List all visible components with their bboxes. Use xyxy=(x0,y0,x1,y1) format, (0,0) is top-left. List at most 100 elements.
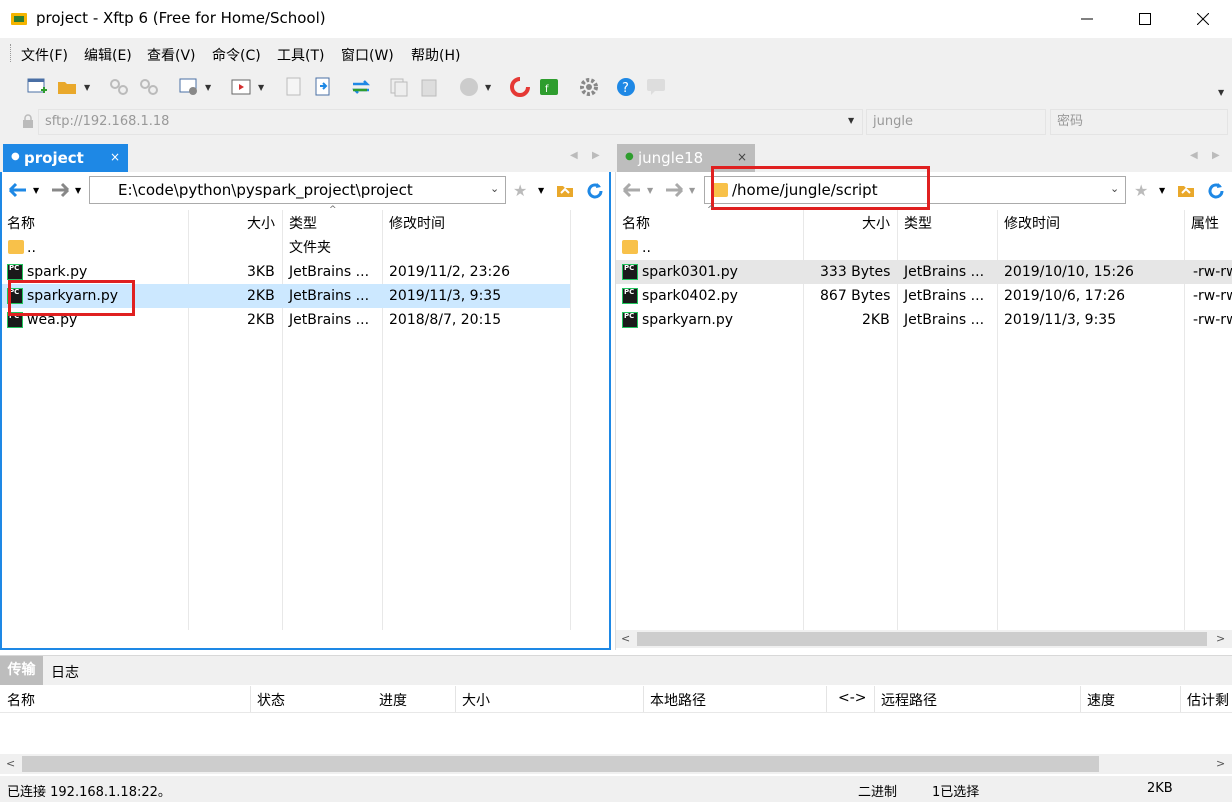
tab-label: jungle18 xyxy=(638,149,704,167)
tab-close-icon[interactable]: × xyxy=(737,150,747,164)
host-dropdown-icon[interactable]: ▼ xyxy=(848,116,854,125)
transfer-column-direction[interactable]: <-> xyxy=(838,690,867,706)
remote-hscroll-thumb[interactable] xyxy=(637,632,1207,646)
disconnect-icon[interactable] xyxy=(138,76,160,98)
table-row[interactable]: .. xyxy=(616,236,1232,260)
transfer-column-eta[interactable]: 估计剩 xyxy=(1187,690,1229,710)
terminal-dropdown-icon[interactable]: ▼ xyxy=(258,83,264,92)
pycharm-file-icon: PC xyxy=(7,264,23,280)
download-icon[interactable] xyxy=(312,76,334,98)
column-header-mtime[interactable]: 修改时间 xyxy=(1004,210,1060,238)
transfer-column-status[interactable]: 状态 xyxy=(257,690,285,710)
favorites-star-icon[interactable]: ★ xyxy=(1134,181,1148,200)
transfer-hscroll-thumb[interactable] xyxy=(22,756,1099,772)
title-bar: project - Xftp 6 (Free for Home/School) xyxy=(0,0,1232,38)
scroll-left-icon[interactable]: < xyxy=(6,757,15,770)
home-folder-icon[interactable] xyxy=(1177,181,1195,199)
properties-dropdown-icon[interactable]: ▼ xyxy=(205,83,211,92)
column-header-attr[interactable]: 属性 xyxy=(1191,210,1219,238)
back-arrow-icon[interactable] xyxy=(8,182,28,198)
scroll-right-icon[interactable]: > xyxy=(1216,757,1225,770)
file-mtime: 2019/10/6, 17:26 xyxy=(1004,288,1126,304)
column-header-size[interactable]: 大小 xyxy=(862,210,890,238)
record-dropdown-icon[interactable]: ▼ xyxy=(485,83,491,92)
menu-tools[interactable]: 工具(T) xyxy=(277,45,324,65)
maximize-button[interactable] xyxy=(1116,0,1174,38)
forward-arrow-icon[interactable] xyxy=(664,182,684,198)
toolbar-overflow-icon[interactable]: ▼ xyxy=(1218,88,1224,97)
scroll-left-icon[interactable]: < xyxy=(621,632,630,645)
forward-dropdown-icon[interactable]: ▼ xyxy=(75,186,81,195)
host-input[interactable]: sftp://192.168.1.18 xyxy=(38,109,863,135)
column-header-type[interactable]: 类型 xyxy=(289,210,317,238)
column-header-name[interactable]: 名称 xyxy=(622,210,650,238)
scroll-right-icon[interactable]: > xyxy=(1216,632,1225,645)
transfer-column-remote-path[interactable]: 远程路径 xyxy=(881,690,937,710)
menu-file[interactable]: 文件(F) xyxy=(21,45,68,65)
tab-local-project[interactable]: ● project × xyxy=(3,144,128,172)
connect-icon[interactable] xyxy=(108,76,130,98)
paste-icon[interactable] xyxy=(418,76,440,98)
session-properties-icon[interactable] xyxy=(178,76,200,98)
favorites-star-icon[interactable]: ★ xyxy=(513,181,527,200)
tab-scroll-right-icon[interactable]: ▶ xyxy=(592,150,600,161)
file-type: 文件夹 xyxy=(289,240,331,256)
favorites-dropdown-icon[interactable]: ▼ xyxy=(538,186,544,195)
tab-transfers[interactable]: 传输 xyxy=(0,656,43,685)
xftp-icon[interactable]: f xyxy=(538,76,560,98)
open-dropdown-icon[interactable]: ▼ xyxy=(84,83,90,92)
window-title: project - Xftp 6 (Free for Home/School) xyxy=(36,9,326,27)
user-input[interactable]: jungle xyxy=(866,109,1046,135)
password-input[interactable]: 密码 xyxy=(1050,109,1228,135)
home-folder-icon[interactable] xyxy=(556,181,574,199)
close-button[interactable] xyxy=(1174,0,1232,38)
chat-bubble-icon[interactable] xyxy=(645,76,667,98)
tab-scroll-left-icon[interactable]: ◀ xyxy=(570,150,578,161)
table-row[interactable]: PC sparkyarn.py 2KB JetBrains ... 2019/1… xyxy=(616,308,1232,332)
back-dropdown-icon[interactable]: ▼ xyxy=(647,186,653,195)
upload-icon[interactable] xyxy=(283,76,305,98)
menu-edit[interactable]: 编辑(E) xyxy=(84,45,132,65)
back-dropdown-icon[interactable]: ▼ xyxy=(33,186,39,195)
local-path-input[interactable]: E:\code\python\pyspark_project\project xyxy=(89,176,506,204)
favorites-dropdown-icon[interactable]: ▼ xyxy=(1159,186,1165,195)
sync-icon[interactable] xyxy=(350,76,372,98)
transfer-column-progress[interactable]: 进度 xyxy=(379,690,407,710)
tab-scroll-left-icon[interactable]: ◀ xyxy=(1190,150,1198,161)
copy-icon[interactable] xyxy=(388,76,410,98)
menu-window[interactable]: 窗口(W) xyxy=(341,45,394,65)
new-session-icon[interactable] xyxy=(26,76,48,98)
table-row[interactable]: PC spark0402.py 867 Bytes JetBrains ... … xyxy=(616,284,1232,308)
forward-arrow-icon[interactable] xyxy=(50,182,70,198)
path-dropdown-icon[interactable]: ⌄ xyxy=(1110,182,1119,195)
record-icon[interactable] xyxy=(458,76,480,98)
column-header-size[interactable]: 大小 xyxy=(247,210,275,238)
menu-command[interactable]: 命令(C) xyxy=(212,45,261,65)
transfer-column-speed[interactable]: 速度 xyxy=(1087,690,1115,710)
back-arrow-icon[interactable] xyxy=(622,182,642,198)
table-row[interactable]: .. 文件夹 xyxy=(2,236,570,260)
transfer-column-local-path[interactable]: 本地路径 xyxy=(650,690,706,710)
tab-scroll-right-icon[interactable]: ▶ xyxy=(1212,150,1220,161)
refresh-icon[interactable] xyxy=(1206,181,1226,201)
table-row-hover[interactable]: PC spark0301.py 333 Bytes JetBrains ... … xyxy=(616,260,1232,284)
help-icon[interactable]: ? xyxy=(615,76,637,98)
column-header-type[interactable]: 类型 xyxy=(904,210,932,238)
file-type: JetBrains ... xyxy=(904,312,985,328)
options-gear-icon[interactable] xyxy=(578,76,600,98)
minimize-button[interactable] xyxy=(1058,0,1116,38)
menu-help[interactable]: 帮助(H) xyxy=(411,45,460,65)
xshell-icon[interactable] xyxy=(509,76,531,98)
tab-log[interactable]: 日志 xyxy=(51,662,79,682)
open-folder-icon[interactable] xyxy=(56,76,78,98)
terminal-icon[interactable] xyxy=(230,76,252,98)
path-dropdown-icon[interactable]: ⌄ xyxy=(490,182,499,195)
menu-view[interactable]: 查看(V) xyxy=(147,45,196,65)
column-header-mtime[interactable]: 修改时间 xyxy=(389,210,445,238)
refresh-icon[interactable] xyxy=(585,181,605,201)
forward-dropdown-icon[interactable]: ▼ xyxy=(689,186,695,195)
transfer-column-size[interactable]: 大小 xyxy=(462,690,490,710)
transfer-column-name[interactable]: 名称 xyxy=(7,690,35,710)
column-header-name[interactable]: 名称 xyxy=(7,210,35,238)
tab-close-icon[interactable]: × xyxy=(110,150,120,164)
